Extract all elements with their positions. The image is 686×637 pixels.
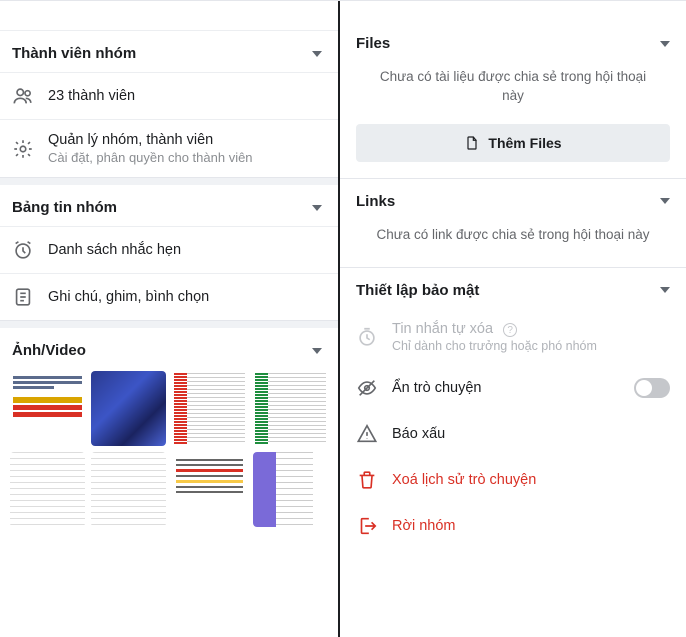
add-files-button[interactable]: Thêm Files <box>356 124 670 162</box>
members-count-label: 23 thành viên <box>48 88 322 104</box>
people-icon <box>12 85 34 107</box>
hide-chat-label: Ẩn trò chuyện <box>392 380 620 396</box>
auto-delete-title: Tin nhắn tự xóa <box>392 321 493 337</box>
files-section-title: Files <box>356 35 390 52</box>
chevron-down-icon <box>312 51 322 57</box>
report-label: Báo xấu <box>392 426 670 442</box>
security-section-header[interactable]: Thiết lập bảo mật <box>340 268 686 309</box>
files-empty-msg: Chưa có tài liệu được chia sẻ trong hội … <box>340 62 686 120</box>
notes-row[interactable]: Ghi chú, ghim, bình chọn <box>0 273 338 320</box>
reminders-row[interactable]: Danh sách nhắc hẹn <box>0 226 338 273</box>
media-thumb[interactable] <box>10 371 85 446</box>
help-icon: ? <box>503 323 517 337</box>
media-section-title: Ảnh/Video <box>12 342 86 359</box>
members-count-row[interactable]: 23 thành viên <box>0 72 338 119</box>
manage-group-sub: Cài đặt, phân quyền cho thành viên <box>48 150 322 165</box>
manage-group-title: Quản lý nhóm, thành viên <box>48 132 322 148</box>
notes-label: Ghi chú, ghim, bình chọn <box>48 289 322 305</box>
eye-off-icon <box>356 377 378 399</box>
board-section-title: Bảng tin nhóm <box>12 199 117 216</box>
add-files-label: Thêm Files <box>488 135 561 151</box>
chevron-down-icon <box>312 205 322 211</box>
auto-delete-row: Tin nhắn tự xóa ? Chỉ dành cho trưởng ho… <box>340 309 686 366</box>
links-section-header[interactable]: Links <box>340 179 686 220</box>
auto-delete-sub: Chỉ dành cho trưởng hoặc phó nhóm <box>392 339 670 353</box>
board-section-header[interactable]: Bảng tin nhóm <box>0 185 338 226</box>
chevron-down-icon <box>312 348 322 354</box>
trash-icon <box>356 469 378 491</box>
links-empty-msg: Chưa có link được chia sẻ trong hội thoạ… <box>340 220 686 267</box>
files-section-header[interactable]: Files <box>340 21 686 62</box>
warning-icon <box>356 423 378 445</box>
hide-chat-toggle[interactable] <box>634 378 670 398</box>
media-thumb[interactable] <box>10 452 85 527</box>
exit-icon <box>356 515 378 537</box>
gear-icon <box>12 138 34 160</box>
reminders-label: Danh sách nhắc hẹn <box>48 242 322 258</box>
hide-chat-row[interactable]: Ẩn trò chuyện <box>340 365 686 411</box>
manage-group-row[interactable]: Quản lý nhóm, thành viên Cài đặt, phân q… <box>0 119 338 177</box>
chevron-down-icon <box>660 198 670 204</box>
members-section-title: Thành viên nhóm <box>12 45 136 62</box>
leave-group-row[interactable]: Rời nhóm <box>340 503 686 549</box>
media-thumb[interactable] <box>253 452 328 527</box>
media-thumb[interactable] <box>91 452 166 527</box>
clear-history-label: Xoá lịch sử trò chuyện <box>392 472 670 488</box>
note-icon <box>12 286 34 308</box>
members-section-header[interactable]: Thành viên nhóm <box>0 31 338 72</box>
security-section-title: Thiết lập bảo mật <box>356 282 479 299</box>
leave-group-label: Rời nhóm <box>392 518 670 534</box>
file-icon <box>464 135 480 151</box>
media-thumb[interactable] <box>172 452 247 527</box>
media-thumb[interactable] <box>253 371 328 446</box>
chevron-down-icon <box>660 41 670 47</box>
chevron-down-icon <box>660 287 670 293</box>
links-section-title: Links <box>356 193 395 210</box>
media-thumb[interactable] <box>91 371 166 446</box>
alarm-icon <box>12 239 34 261</box>
timer-icon <box>356 326 378 348</box>
media-thumb[interactable] <box>172 371 247 446</box>
clear-history-row[interactable]: Xoá lịch sử trò chuyện <box>340 457 686 503</box>
media-section-header[interactable]: Ảnh/Video <box>0 328 338 365</box>
report-row[interactable]: Báo xấu <box>340 411 686 457</box>
media-grid <box>0 365 338 537</box>
